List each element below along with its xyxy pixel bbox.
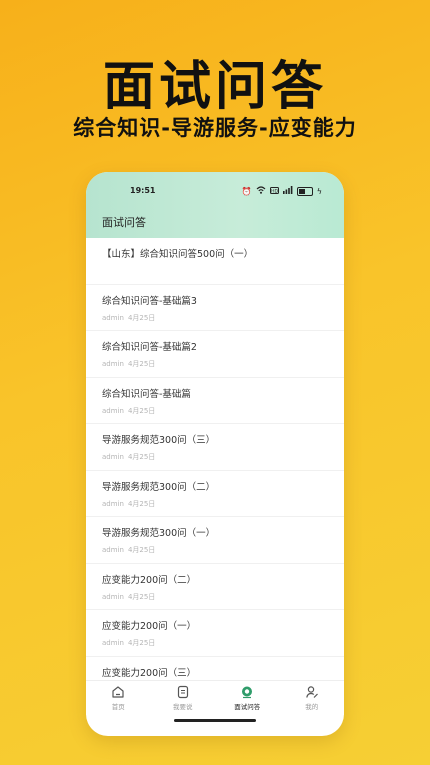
list-item[interactable]: 应变能力200问（二） admin 4月25日 xyxy=(86,564,344,610)
hd-icon: HD xyxy=(269,186,279,197)
tab-label: 我的 xyxy=(305,703,319,711)
list-item[interactable]: 导游服务规范300问（二） admin 4月25日 xyxy=(86,471,344,517)
item-author: admin xyxy=(102,313,124,322)
item-meta: admin 4月25日 xyxy=(102,499,159,509)
list-item[interactable]: 综合知识问答-基础篇2 admin 4月25日 xyxy=(86,331,344,378)
item-author: admin xyxy=(102,592,124,601)
item-author: admin xyxy=(102,453,124,461)
item-title: 应变能力200问（一） xyxy=(102,621,197,632)
item-date: 4月25日 xyxy=(127,499,156,508)
item-title: 导游服务规范300问（二） xyxy=(102,481,216,493)
item-title: 【山东】综合知识问答500问（一） xyxy=(102,249,254,260)
svg-text:HD: HD xyxy=(271,188,278,194)
tab-chat[interactable]: 我要说 xyxy=(151,681,216,715)
item-date: 4月25日 xyxy=(127,546,156,554)
item-title: 应变能力200问（二） xyxy=(102,574,197,586)
chat-icon xyxy=(177,685,188,699)
list-item[interactable]: 导游服务规范300问（一） admin 4月25日 xyxy=(86,517,344,564)
item-title: 综合知识问答-基础篇 xyxy=(102,388,191,400)
item-meta: admin 4月25日 xyxy=(102,592,159,602)
item-meta: admin 4月25日 xyxy=(102,406,159,416)
item-author: admin xyxy=(102,360,124,368)
item-date: 4月25日 xyxy=(127,360,156,368)
bottom-tabbar: 首页 我要说 面试问答 我的 xyxy=(86,680,344,715)
status-bar: 19:51 ⏰ HD ϟ xyxy=(86,186,344,200)
list-item[interactable]: 综合知识问答-基础篇 admin 4月25日 xyxy=(86,378,344,424)
page-title: 面试问答 xyxy=(102,216,146,229)
tab-home[interactable]: 首页 xyxy=(86,681,151,715)
qa-icon xyxy=(242,686,253,699)
item-author: admin xyxy=(102,639,124,647)
item-author: admin xyxy=(102,546,124,554)
item-meta: admin 4月25日 xyxy=(102,313,159,323)
item-date: 4月25日 xyxy=(127,406,156,415)
item-meta: admin 4月25日 xyxy=(102,545,159,555)
item-title: 导游服务规范300问（三） xyxy=(102,435,216,446)
item-date: 4月25日 xyxy=(127,313,156,322)
profile-icon xyxy=(305,686,318,698)
tab-label: 我要说 xyxy=(173,703,193,711)
item-date: 4月25日 xyxy=(127,592,156,601)
battery-icon xyxy=(296,187,313,196)
signal-icon xyxy=(282,186,293,197)
list-item[interactable]: 导游服务规范300问（三） admin 4月25日 xyxy=(86,424,344,471)
qa-list: 【山东】综合知识问答500问（一） 综合知识问答-基础篇3 admin 4月25日… xyxy=(86,238,344,680)
list-item[interactable]: 应变能力200问（一） admin 4月25日 xyxy=(86,610,344,657)
tab-label: 面试问答 xyxy=(234,703,261,711)
home-icon xyxy=(112,686,124,698)
item-title: 导游服务规范300问（一） xyxy=(102,528,216,539)
list-item[interactable]: 【山东】综合知识问答500问（一） xyxy=(86,238,344,285)
home-indicator xyxy=(174,719,256,722)
phone-frame: 19:51 ⏰ HD ϟ 面试问答 【山东】综合知识问答500问（一） 综合知识… xyxy=(86,172,344,736)
item-title: 综合知识问答-基础篇2 xyxy=(102,342,197,353)
item-meta: admin 4月25日 xyxy=(102,452,159,462)
item-date: 4月25日 xyxy=(127,453,156,461)
charging-icon: ϟ xyxy=(316,186,322,196)
tab-profile[interactable]: 我的 xyxy=(280,681,345,715)
tab-label: 首页 xyxy=(111,703,125,711)
status-time: 19:51 xyxy=(130,186,156,195)
status-icons: ⏰ HD ϟ xyxy=(242,186,322,197)
item-meta: admin 4月25日 xyxy=(102,359,159,369)
item-date: 4月25日 xyxy=(127,639,156,647)
item-author: admin xyxy=(102,406,124,415)
list-item[interactable]: 应变能力200问（三） xyxy=(86,657,344,681)
tab-qa[interactable]: 面试问答 xyxy=(215,681,280,715)
app-header: 19:51 ⏰ HD ϟ 面试问答 xyxy=(86,172,344,238)
item-title: 应变能力200问（三） xyxy=(102,667,197,679)
list-item[interactable]: 综合知识问答-基础篇3 admin 4月25日 xyxy=(86,285,344,331)
item-author: admin xyxy=(102,499,124,508)
item-meta: admin 4月25日 xyxy=(102,638,159,648)
alarm-icon: ⏰ xyxy=(241,186,252,196)
promo-subtitle: 综合知识-导游服务-应变能力 xyxy=(73,116,357,140)
wifi-icon xyxy=(256,186,266,197)
item-title: 综合知识问答-基础篇3 xyxy=(102,295,197,307)
promo-title: 面试问答 xyxy=(102,57,327,117)
